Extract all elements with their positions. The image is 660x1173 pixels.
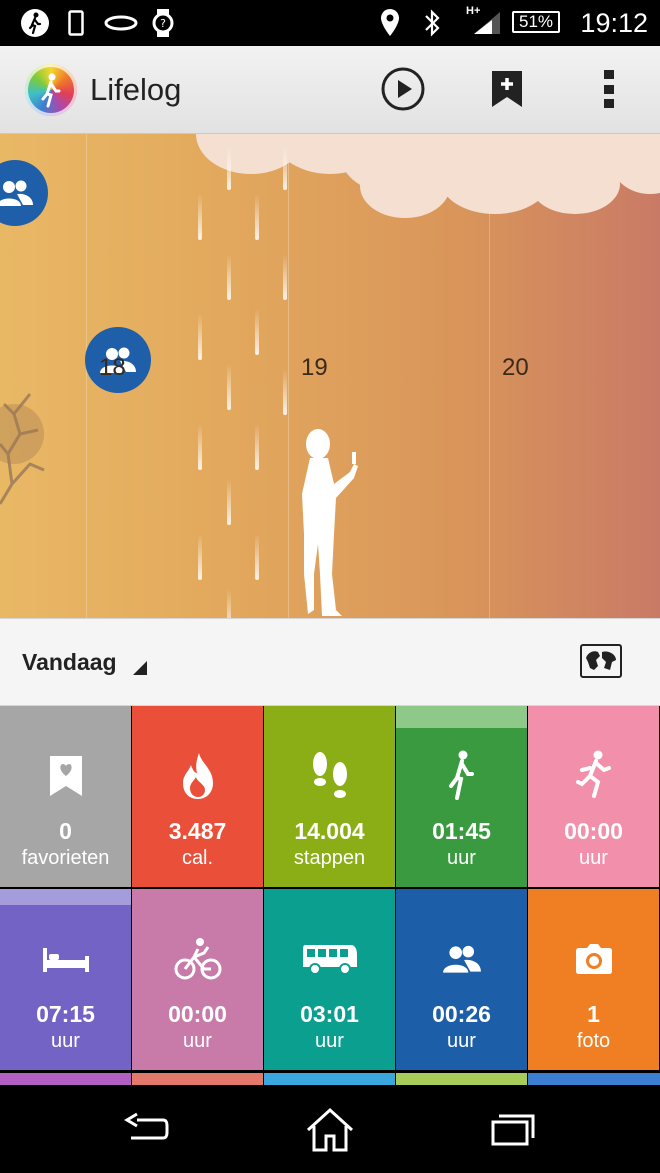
watch-icon: ? [150, 9, 176, 37]
more-vertical-icon [604, 70, 614, 108]
action-bar: Lifelog [0, 46, 660, 134]
tree-icon [0, 393, 45, 505]
lifelog-logo-icon[interactable] [25, 64, 77, 116]
date-selector-bar: Vandaag [0, 618, 660, 706]
active-indicator [0, 889, 131, 905]
world-map-icon [586, 651, 616, 670]
tile-favorites[interactable]: 0 favorieten [0, 706, 131, 887]
add-bookmark-button[interactable] [478, 60, 536, 118]
tile-value: 0 [59, 818, 72, 844]
running-icon [528, 748, 659, 804]
tile-unit: stappen [293, 847, 366, 869]
walking-icon [396, 748, 527, 804]
tile-steps[interactable]: 14.004 stappen [264, 706, 395, 887]
tile-cycling[interactable]: 00:00 uur [132, 889, 263, 1070]
tile-unit: cal. [181, 847, 214, 869]
walking-notification-icon [18, 9, 52, 37]
people-icon [0, 180, 33, 206]
tile-value: 00:00 [168, 1001, 227, 1027]
camera-icon [528, 931, 659, 987]
play-button[interactable] [374, 60, 432, 118]
tile-transport[interactable]: 03:01 uur [264, 889, 395, 1070]
tile-sleep[interactable]: 07:15 uur [0, 889, 131, 1070]
tile-calories[interactable]: 3.487 cal. [132, 706, 263, 887]
back-button[interactable] [116, 1103, 176, 1155]
tile-value: 14.004 [294, 818, 365, 844]
footsteps-icon [264, 748, 395, 804]
recent-apps-button[interactable] [484, 1103, 544, 1155]
tile-running[interactable]: 00:00 uur [528, 706, 659, 887]
app-title: Lifelog [90, 72, 182, 107]
day-label: 18 [99, 354, 126, 381]
tile-unit: favorieten [21, 847, 110, 869]
flame-icon [132, 748, 263, 804]
battery-indicator: 51% [512, 11, 560, 33]
recent-apps-icon [491, 1114, 535, 1146]
tile-social[interactable]: 00:26 uur [396, 889, 527, 1070]
day-divider [86, 134, 87, 618]
day-label: 20 [502, 354, 529, 381]
bookmark-heart-icon [0, 748, 131, 804]
tile-value: 00:26 [432, 1001, 491, 1027]
smartband-icon [104, 9, 138, 37]
person-silhouette-icon [302, 429, 358, 616]
signal-icon [472, 9, 502, 37]
tile-unit: uur [315, 1030, 344, 1052]
tile-unit: uur [51, 1030, 80, 1052]
navigation-bar [0, 1085, 660, 1173]
tile-value: 07:15 [36, 1001, 95, 1027]
tile-photos[interactable]: 1 foto [528, 889, 659, 1070]
tile-unit: uur [183, 1030, 212, 1052]
phone-icon [66, 9, 86, 37]
tile-unit: uur [579, 847, 608, 869]
bookmark-add-icon [492, 71, 522, 107]
overflow-menu-button[interactable] [580, 60, 638, 118]
day-label: 19 [301, 354, 328, 381]
tile-unit: foto [576, 1030, 611, 1052]
bed-icon [0, 931, 131, 987]
tile-value: 1 [587, 1001, 600, 1027]
map-view-button[interactable] [580, 644, 622, 678]
people-bubble[interactable] [0, 160, 48, 226]
back-icon [124, 1112, 169, 1140]
tile-value: 00:00 [564, 818, 623, 844]
home-button[interactable] [300, 1103, 360, 1155]
bus-icon [264, 931, 395, 987]
dropdown-triangle-icon[interactable] [133, 661, 147, 675]
status-bar: ? H+ 51% 19:12 [0, 0, 660, 46]
tile-value: 3.487 [168, 818, 227, 844]
active-indicator [396, 706, 527, 728]
location-icon [378, 9, 402, 37]
timeline-view[interactable]: 18 19 20 [0, 134, 660, 618]
people-icon [396, 931, 527, 987]
tile-unit: uur [447, 1030, 476, 1052]
tile-unit: uur [447, 847, 476, 869]
svg-text:?: ? [160, 17, 166, 30]
date-dropdown[interactable]: Vandaag [22, 649, 117, 676]
bluetooth-icon [420, 9, 444, 37]
play-icon [381, 67, 425, 111]
tile-value: 01:45 [432, 818, 491, 844]
tile-walking[interactable]: 01:45 uur [396, 706, 527, 887]
home-icon [306, 1107, 354, 1152]
tile-value: 03:01 [300, 1001, 359, 1027]
bicycle-icon [132, 931, 263, 987]
clock: 19:12 [580, 8, 648, 38]
day-divider [288, 134, 289, 618]
